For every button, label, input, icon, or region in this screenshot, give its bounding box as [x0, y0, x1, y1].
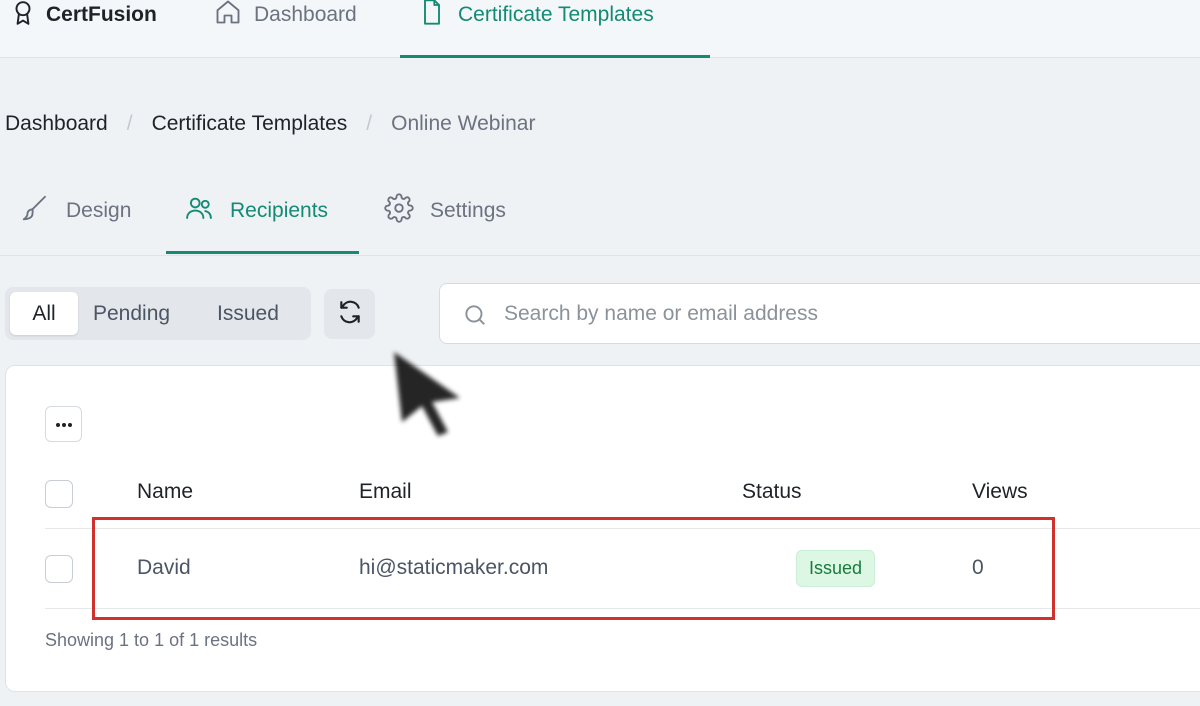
cursor-icon: [390, 348, 468, 445]
breadcrumb-separator: /: [366, 112, 373, 135]
top-navigation-bar: CertFusion Dashboard Certificate Templat…: [0, 0, 1200, 58]
tab-settings[interactable]: Settings: [384, 190, 506, 232]
pagination-summary: Showing 1 to 1 of 1 results: [45, 630, 258, 650]
nav-certificate-templates-label: Certificate Templates: [458, 3, 654, 26]
more-actions-button[interactable]: [45, 406, 82, 442]
search-box: [439, 283, 1200, 344]
breadcrumb: Dashboard / Certificate Templates / Onli…: [5, 112, 535, 136]
breadcrumb-dashboard[interactable]: Dashboard: [5, 112, 108, 136]
filter-all-button[interactable]: All: [10, 292, 78, 335]
tab-recipients-label: Recipients: [230, 199, 329, 222]
more-icon: [54, 415, 74, 433]
tab-active-indicator: [166, 251, 359, 254]
row-checkbox[interactable]: [45, 555, 73, 583]
brand-name: CertFusion: [46, 3, 157, 26]
tab-design-label: Design: [66, 199, 132, 222]
breadcrumb-current: Online Webinar: [391, 112, 536, 135]
search-input[interactable]: [504, 298, 1184, 330]
column-header-views[interactable]: Views: [972, 480, 1028, 504]
table-row-divider: [45, 608, 1200, 609]
nav-dashboard[interactable]: Dashboard: [214, 0, 357, 30]
template-tabs: Design Recipients Settings: [0, 190, 1200, 256]
nav-active-indicator: [400, 55, 710, 58]
home-icon: [214, 0, 242, 32]
breadcrumb-certificate-templates[interactable]: Certificate Templates: [152, 112, 348, 136]
select-all-checkbox[interactable]: [45, 480, 73, 508]
refresh-button[interactable]: [324, 289, 375, 339]
cell-views: 0: [972, 556, 984, 579]
breadcrumb-separator: /: [126, 112, 133, 135]
tab-design[interactable]: Design: [20, 190, 131, 232]
table-header-divider: [45, 528, 1200, 529]
column-header-status[interactable]: Status: [742, 480, 802, 504]
filter-pending-button[interactable]: Pending: [93, 292, 170, 335]
users-icon: [184, 193, 214, 229]
award-icon: [10, 0, 36, 31]
gear-icon: [384, 193, 414, 229]
cell-email: hi@staticmaker.com: [359, 556, 549, 579]
recipients-table-card: Name Email Status Views David hi@staticm…: [5, 365, 1200, 692]
refresh-icon: [337, 299, 363, 330]
cell-name: David: [137, 556, 191, 579]
status-filter: All Pending Issued: [5, 287, 311, 340]
tab-settings-label: Settings: [430, 199, 506, 222]
brush-icon: [20, 193, 50, 229]
brand[interactable]: CertFusion: [10, 0, 157, 30]
tab-recipients[interactable]: Recipients: [184, 190, 328, 232]
status-badge: Issued: [796, 550, 876, 587]
search-icon: [462, 302, 488, 333]
filter-issued-button[interactable]: Issued: [217, 292, 279, 335]
nav-certificate-templates[interactable]: Certificate Templates: [418, 0, 654, 30]
nav-dashboard-label: Dashboard: [254, 3, 357, 26]
column-header-email[interactable]: Email: [359, 480, 412, 504]
column-header-name[interactable]: Name: [137, 480, 193, 504]
file-icon: [418, 0, 446, 32]
